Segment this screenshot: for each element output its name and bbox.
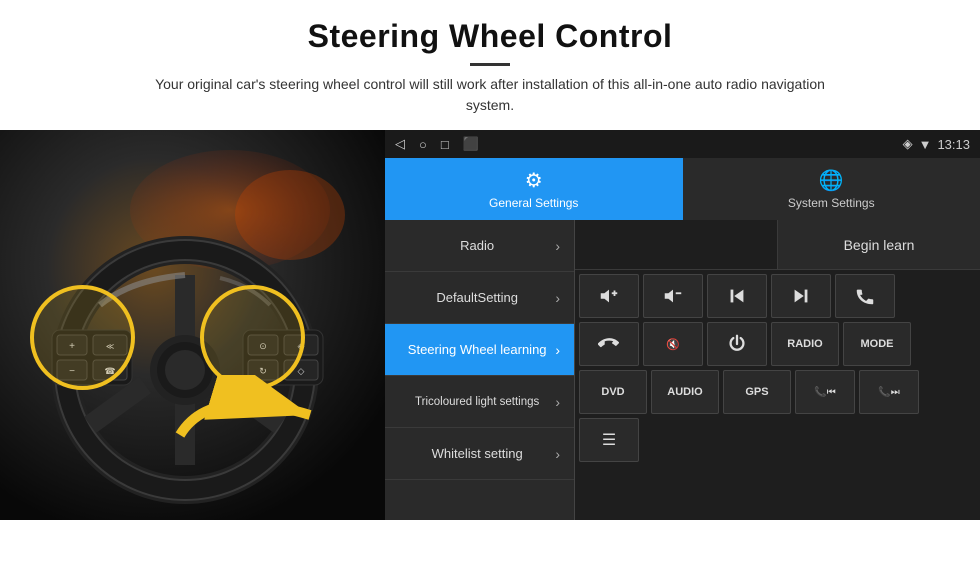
menu-label-steering: Steering Wheel learning bbox=[399, 342, 555, 357]
wifi-icon: ▼ bbox=[919, 137, 932, 152]
menu-item-tricoloured[interactable]: Tricoloured light settings › bbox=[385, 376, 574, 428]
dvd-button[interactable]: DVD bbox=[579, 370, 647, 414]
menu-label-default: DefaultSetting bbox=[399, 290, 555, 305]
settings-tabs: ⚙ General Settings 🌐 System Settings bbox=[385, 158, 980, 220]
phone-next-button[interactable]: 📞⏭ bbox=[859, 370, 919, 414]
gps-button[interactable]: GPS bbox=[723, 370, 791, 414]
location-icon: ◈ bbox=[903, 136, 913, 152]
begin-learn-row: Begin learn bbox=[575, 220, 980, 270]
begin-learn-button[interactable]: Begin learn bbox=[777, 220, 980, 269]
menu-item-radio[interactable]: Radio › bbox=[385, 220, 574, 272]
power-button[interactable] bbox=[707, 322, 767, 366]
tab-system[interactable]: 🌐 System Settings bbox=[683, 158, 980, 220]
page-subtitle: Your original car's steering wheel contr… bbox=[140, 74, 840, 116]
chevron-right-icon-2: › bbox=[555, 290, 560, 306]
tab-general-label: General Settings bbox=[489, 196, 578, 210]
phone-prev-button[interactable]: 📞⏮ bbox=[795, 370, 855, 414]
begin-learn-spacer bbox=[575, 220, 777, 269]
status-bar-nav: ◁ ○ □ ⬛ bbox=[395, 136, 479, 152]
status-bar-right: ◈ ▼ 13:13 bbox=[903, 136, 970, 152]
list-button[interactable]: ☰ bbox=[579, 418, 639, 462]
highlight-circle-left bbox=[30, 285, 135, 390]
btn-row-1 bbox=[579, 274, 976, 318]
next-track-button[interactable] bbox=[771, 274, 831, 318]
vol-up-button[interactable] bbox=[579, 274, 639, 318]
recents-icon[interactable]: □ bbox=[441, 137, 449, 152]
clock: 13:13 bbox=[937, 137, 970, 152]
globe-icon: 🌐 bbox=[819, 168, 844, 193]
status-bar: ◁ ○ □ ⬛ ◈ ▼ 13:13 bbox=[385, 130, 980, 158]
menu-item-whitelist[interactable]: Whitelist setting › bbox=[385, 428, 574, 480]
arrow-container bbox=[170, 375, 330, 460]
tab-system-label: System Settings bbox=[788, 196, 875, 210]
menu-item-steering[interactable]: Steering Wheel learning › bbox=[385, 324, 574, 376]
menu-label-tricoloured: Tricoloured light settings bbox=[399, 396, 555, 408]
screenshot-icon[interactable]: ⬛ bbox=[463, 136, 479, 152]
radio-button[interactable]: RADIO bbox=[771, 322, 839, 366]
gear-icon: ⚙ bbox=[525, 168, 543, 193]
title-divider bbox=[470, 63, 510, 66]
tab-general[interactable]: ⚙ General Settings bbox=[385, 158, 683, 220]
phone-answer-button[interactable] bbox=[835, 274, 895, 318]
menu-label-whitelist: Whitelist setting bbox=[399, 446, 555, 461]
home-icon[interactable]: ○ bbox=[419, 137, 427, 152]
left-menu: Radio › DefaultSetting › Steering Wheel … bbox=[385, 220, 575, 520]
android-ui: ◁ ○ □ ⬛ ◈ ▼ 13:13 ⚙ General Settings 🌐 S… bbox=[385, 130, 980, 520]
back-icon[interactable]: ◁ bbox=[395, 136, 405, 152]
page-header: Steering Wheel Control Your original car… bbox=[0, 0, 980, 126]
menu-label-radio: Radio bbox=[399, 238, 555, 253]
vol-down-button[interactable] bbox=[643, 274, 703, 318]
btn-row-3: DVD AUDIO GPS 📞⏮ 📞⏭ bbox=[579, 370, 976, 414]
mode-button[interactable]: MODE bbox=[843, 322, 911, 366]
menu-item-default[interactable]: DefaultSetting › bbox=[385, 272, 574, 324]
btn-row-4: ☰ bbox=[579, 418, 976, 462]
main-split: Radio › DefaultSetting › Steering Wheel … bbox=[385, 220, 980, 520]
mute-button[interactable]: 🔇 bbox=[643, 322, 703, 366]
audio-button[interactable]: AUDIO bbox=[651, 370, 719, 414]
controls-grid: 🔇 RADIO MODE DVD AUDIO bbox=[575, 270, 980, 520]
phone-hang-button[interactable] bbox=[579, 322, 639, 366]
chevron-right-icon-4: › bbox=[555, 394, 560, 410]
content-area: + ≪ − ☎ ⊙ ◈ ↻ ◇ bbox=[0, 130, 980, 520]
page-title: Steering Wheel Control bbox=[40, 18, 940, 55]
btn-row-2: 🔇 RADIO MODE bbox=[579, 322, 976, 366]
chevron-right-icon-5: › bbox=[555, 446, 560, 462]
right-panel: Begin learn bbox=[575, 220, 980, 520]
prev-track-button[interactable] bbox=[707, 274, 767, 318]
chevron-right-icon: › bbox=[555, 238, 560, 254]
car-image-container: + ≪ − ☎ ⊙ ◈ ↻ ◇ bbox=[0, 130, 385, 520]
chevron-right-icon-3: › bbox=[555, 342, 560, 358]
